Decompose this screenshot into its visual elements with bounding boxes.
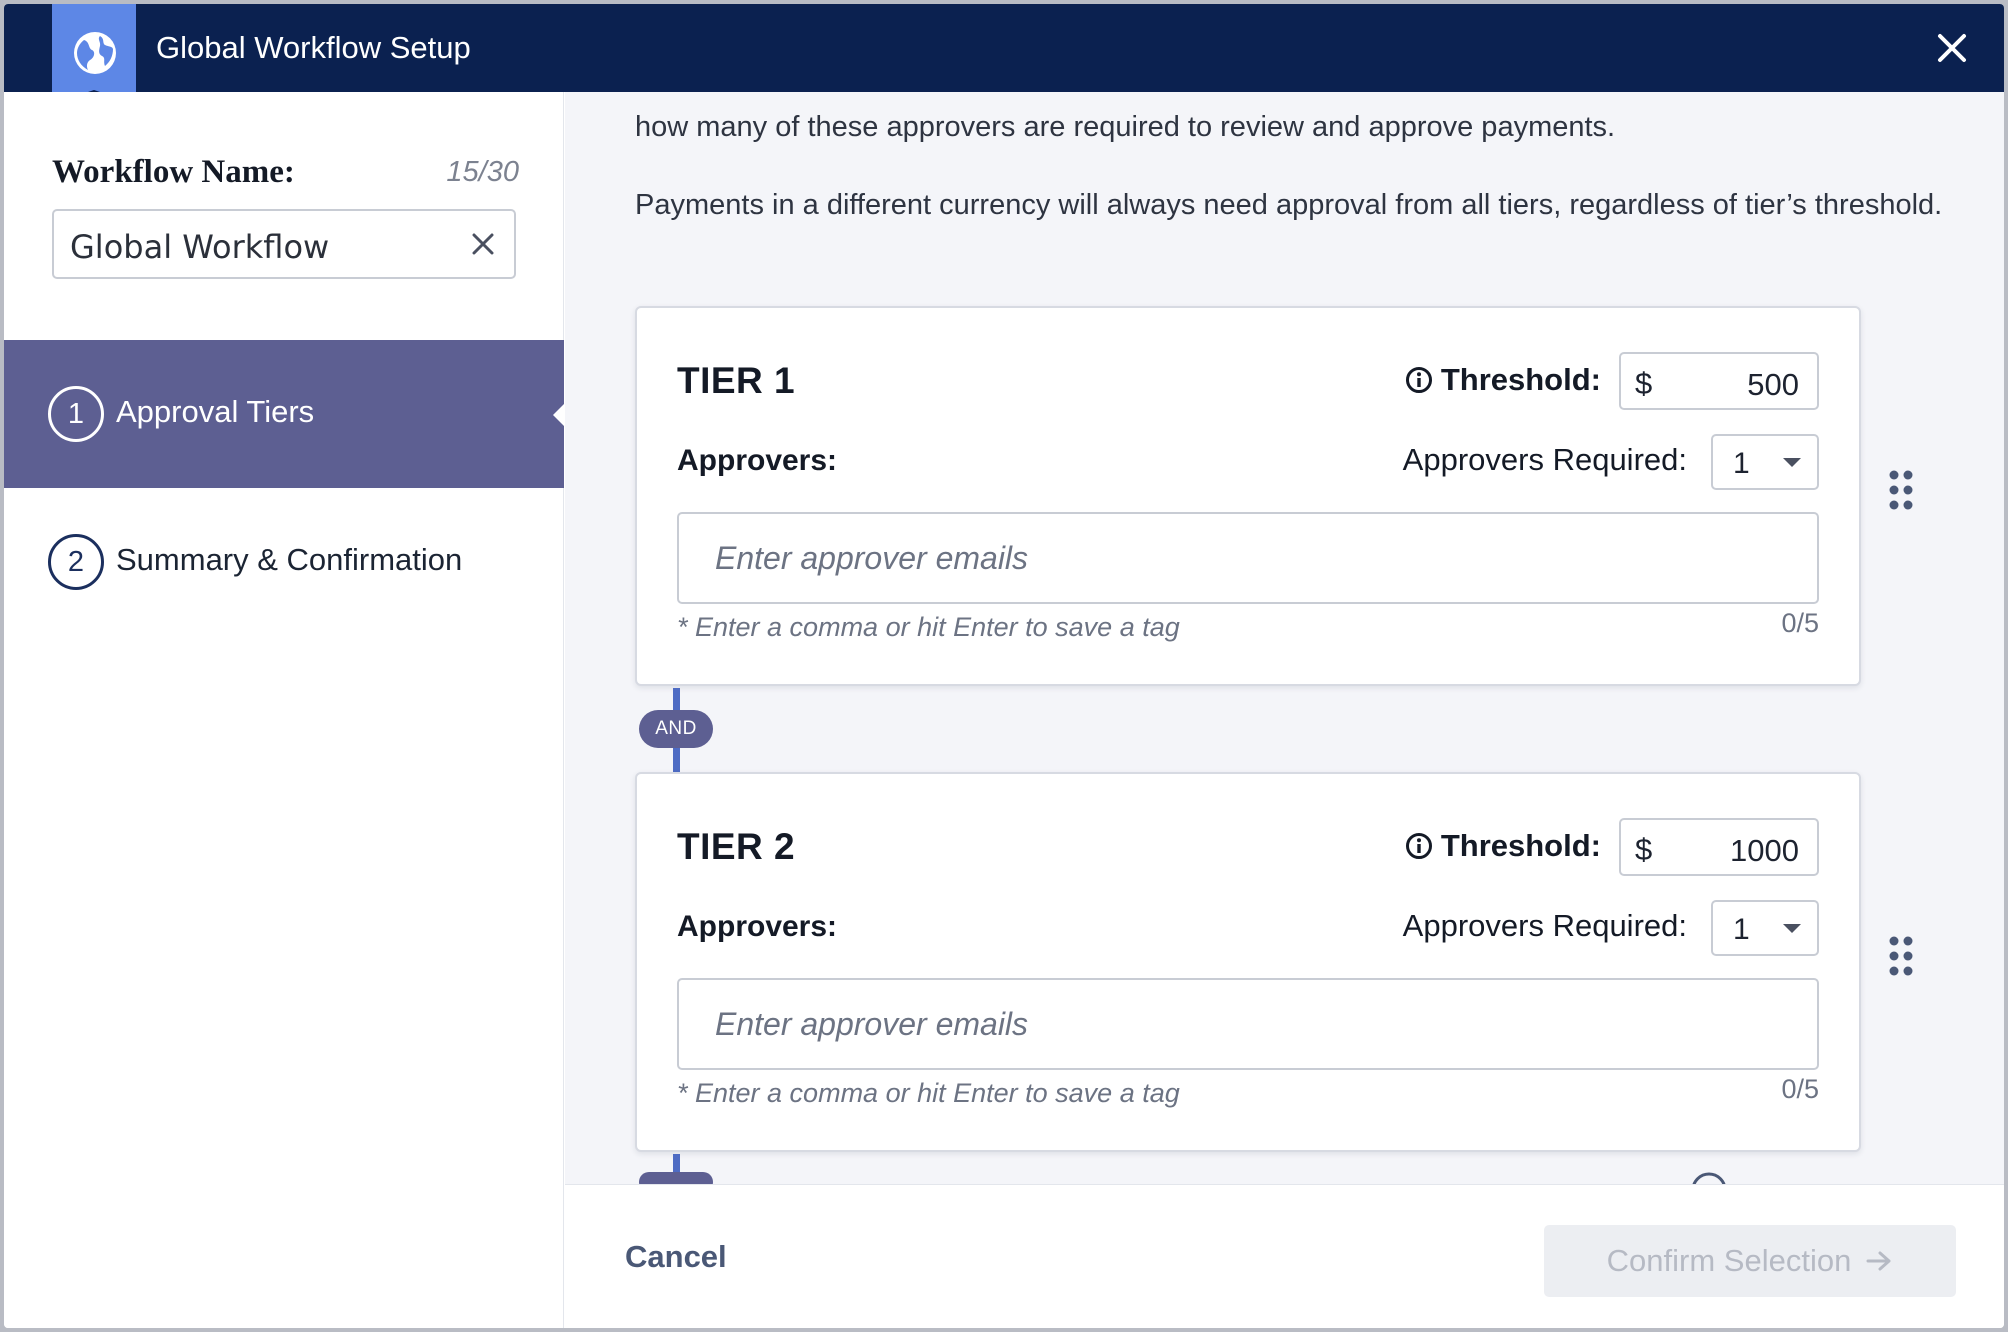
approvers-label: Approvers: [677,910,838,943]
step-approval-tiers[interactable]: 1 Approval Tiers [4,340,564,488]
tier-card-2: TIER 2 Threshold: $ 1000 Approvers: Appr… [635,772,1861,1152]
currency-symbol: $ [1635,366,1653,401]
chevron-down-icon [1783,924,1801,933]
tag-hint: * Enter a comma or hit Enter to save a t… [677,612,1180,642]
chevron-down-icon [1783,458,1801,467]
threshold-label: Threshold: [1405,828,1601,864]
approvers-required-value: 1 [1733,913,1750,946]
drag-handle[interactable] [1887,934,1915,978]
approvers-required-label: Approvers Required: [1402,908,1687,943]
threshold-label-text: Threshold: [1440,362,1601,397]
step-label: Summary & Confirmation [116,542,463,577]
drag-handle-icon [1889,470,1913,510]
globe-icon [74,32,116,74]
confirm-selection-button[interactable]: Confirm Selection [1544,1225,1956,1297]
workflow-name-field[interactable]: Global Workflow [52,209,516,279]
currency-note: Payments in a different currency will al… [635,189,1943,221]
drag-handle-icon [1889,936,1913,976]
threshold-label-text: Threshold: [1440,828,1601,863]
modal-title: Global Workflow Setup [156,30,471,65]
close-icon [1938,34,1966,62]
main-content[interactable]: how many of these approvers are required… [565,92,2004,1184]
sidebar: Workflow Name: 15/30 Global Workflow 1 A… [4,92,564,1328]
step-label: Approval Tiers [116,394,315,429]
drag-handle[interactable] [1887,468,1915,512]
tag-hint: * Enter a comma or hit Enter to save a t… [677,1078,1180,1108]
approvers-required-select[interactable]: 1 [1711,434,1819,490]
threshold-input[interactable]: $ 1000 [1619,818,1819,876]
add-tier-icon[interactable] [1689,1170,1729,1184]
workflow-name-label: Workflow Name: [52,154,295,190]
threshold-label: Threshold: [1405,362,1601,398]
currency-symbol: $ [1635,832,1653,867]
threshold-input[interactable]: $ 500 [1619,352,1819,410]
approvers-required-value: 1 [1733,447,1750,480]
modal-footer: Cancel Confirm Selection [565,1184,2004,1328]
tier-title: TIER 2 [677,826,796,867]
confirm-label: Confirm Selection [1606,1243,1852,1278]
threshold-value[interactable]: 1000 [1730,833,1799,869]
workflow-setup-modal: Global Workflow Setup Workflow Name: 15/… [4,4,2004,1328]
approver-emails-input[interactable] [677,512,1819,604]
arrow-right-icon [1866,1251,1891,1271]
info-icon[interactable] [1405,366,1433,394]
and-connector-badge-partial [639,1172,713,1184]
info-icon[interactable] [1405,832,1433,860]
step-summary-confirmation[interactable]: 2 Summary & Confirmation [4,488,564,636]
close-button[interactable] [1932,28,1972,68]
threshold-value[interactable]: 500 [1747,367,1799,403]
approvers-required-label: Approvers Required: [1402,442,1687,477]
modal-header: Global Workflow Setup [4,4,2004,104]
close-icon [472,233,494,255]
and-connector-badge: AND [639,710,713,748]
step-number: 1 [48,386,104,442]
step-number: 2 [48,534,104,590]
tier-title: TIER 1 [677,360,796,401]
workflow-name-counter: 15/30 [446,156,519,188]
approver-emails-input[interactable] [677,978,1819,1070]
tier-card-1: TIER 1 Threshold: $ 500 Approvers: Appro… [635,306,1861,686]
clear-name-button[interactable] [468,229,498,259]
tag-counter: 0/5 [1781,608,1819,638]
cancel-button[interactable]: Cancel [625,1239,727,1275]
tag-counter: 0/5 [1781,1074,1819,1104]
intro-text: how many of these approvers are required… [635,111,1616,143]
header-badge [52,4,136,104]
approvers-label: Approvers: [677,444,838,477]
approvers-required-select[interactable]: 1 [1711,900,1819,956]
workflow-name-value[interactable]: Global Workflow [70,228,329,266]
